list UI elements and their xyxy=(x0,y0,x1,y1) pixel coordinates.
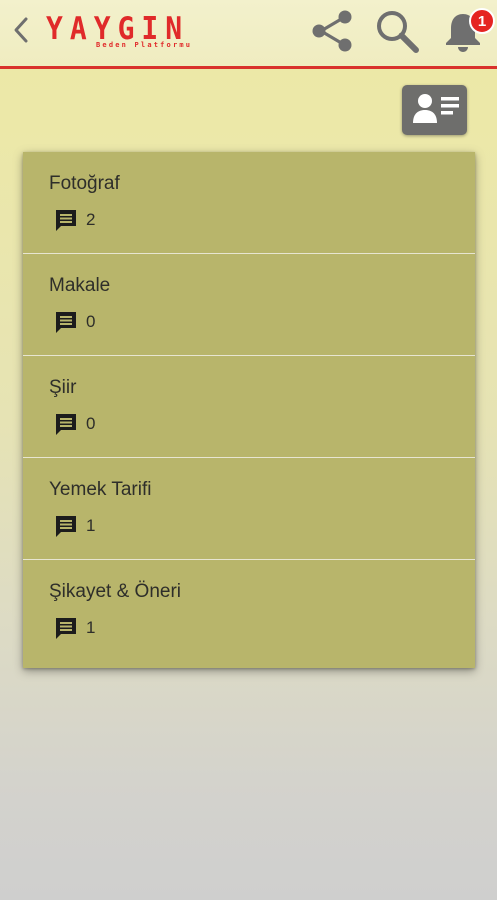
comment-count: 0 xyxy=(86,414,96,433)
share-icon xyxy=(309,8,355,59)
app-header: YAYGIN Beden Platformu 1 xyxy=(0,0,497,69)
category-comment-info: 0 xyxy=(53,309,95,335)
category-comment-info: 1 xyxy=(53,513,95,539)
category-item-makale[interactable]: Makale 0 xyxy=(23,254,475,356)
notification-badge: 1 xyxy=(469,8,495,34)
notifications-button[interactable]: 1 xyxy=(438,8,495,58)
comment-count: 1 xyxy=(86,516,96,535)
comment-icon xyxy=(53,513,79,539)
comment-icon xyxy=(53,207,79,233)
category-name: Yemek Tarifi xyxy=(49,479,152,500)
comment-count: 2 xyxy=(86,210,96,229)
category-item-yemek-tarifi[interactable]: Yemek Tarifi 1 xyxy=(23,458,475,560)
app-logo: YAYGIN Beden Platformu xyxy=(46,10,226,56)
search-icon xyxy=(373,7,421,60)
category-comment-info: 2 xyxy=(53,207,95,233)
comment-count: 0 xyxy=(86,312,96,331)
search-button[interactable] xyxy=(372,8,422,58)
category-item-fotograf[interactable]: Fotoğraf 2 xyxy=(23,152,475,254)
logo-subtitle: Beden Platformu xyxy=(96,41,193,49)
comment-icon xyxy=(53,309,79,335)
profile-card-button[interactable] xyxy=(402,85,467,135)
category-name: Şikayet & Öneri xyxy=(49,581,181,602)
comment-icon xyxy=(53,411,79,437)
category-name: Makale xyxy=(49,275,111,296)
category-name: Fotoğraf xyxy=(49,173,120,194)
contact-card-icon xyxy=(409,91,461,130)
category-comment-info: 0 xyxy=(53,411,95,437)
category-name: Şiir xyxy=(49,377,77,398)
comment-count: 1 xyxy=(86,618,96,637)
category-item-siir[interactable]: Şiir 0 xyxy=(23,356,475,458)
back-button[interactable] xyxy=(8,14,34,50)
category-list: Fotoğraf 2 Makale 0 Şiir 0 Yemek Tarifi xyxy=(23,152,475,668)
share-button[interactable] xyxy=(307,8,357,58)
chevron-left-icon xyxy=(12,16,30,49)
category-comment-info: 1 xyxy=(53,615,95,641)
comment-icon xyxy=(53,615,79,641)
category-item-sikayet-oneri[interactable]: Şikayet & Öneri 1 xyxy=(23,560,475,668)
